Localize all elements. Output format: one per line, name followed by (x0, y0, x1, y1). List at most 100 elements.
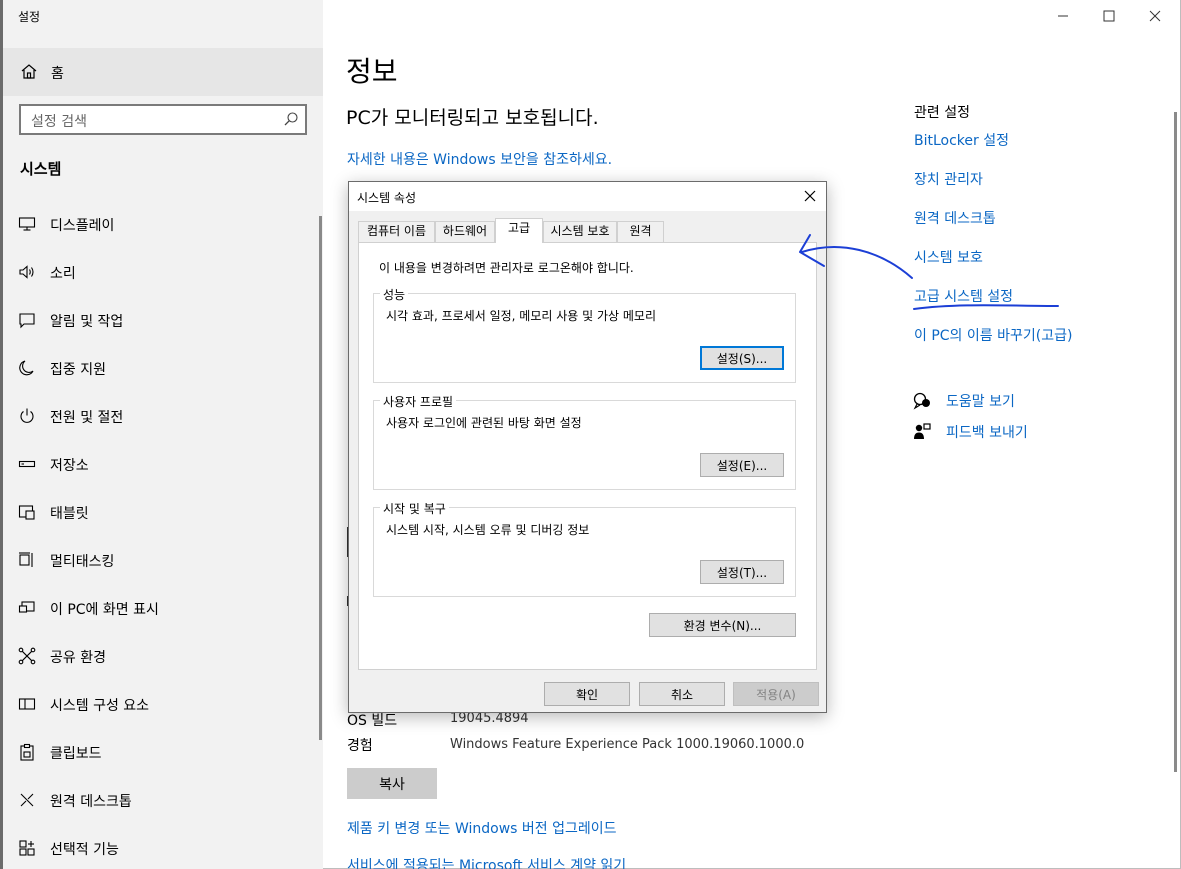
advanced-tab-panel: 이 내용을 변경하려면 관리자로 로그온해야 합니다. 성능 시각 효과, 프로… (358, 242, 817, 670)
search-placeholder: 설정 검색 (31, 114, 87, 130)
service-agreement-link[interactable]: 서비스에 적용되는 Microsoft 서비스 계약 읽기 (347, 855, 626, 869)
dialog-title: 시스템 속성 (357, 191, 417, 205)
remote-desktop-icon (20, 793, 34, 807)
minimize-icon[interactable] (1051, 4, 1075, 28)
spec-value-os-build: 19045.4894 (450, 711, 529, 726)
search-icon[interactable] (283, 111, 299, 127)
settings-window: 설정 홈 설정 검색 시스템 디스플레이 소리 알림 및 작업 집중 지원 전원… (0, 0, 1181, 869)
home-icon (21, 64, 37, 79)
group-title: 성능 (380, 286, 409, 303)
moon-icon (19, 360, 34, 376)
sidebar-item-label: 알림 및 작업 (50, 314, 124, 330)
sidebar-item-label: 이 PC에 화면 표시 (50, 602, 159, 618)
related-settings-title: 관련 설정 (914, 105, 970, 121)
get-help-link[interactable]: 도움말 보기 (946, 391, 1015, 411)
user-profiles-group: 사용자 프로필 사용자 로그인에 관련된 바탕 화면 설정 설정(E)... (373, 393, 796, 490)
sidebar-item-power[interactable]: 전원 및 절전 (3, 396, 323, 436)
sidebar-item-label: 클립보드 (50, 746, 102, 762)
sidebar-item-project[interactable]: 이 PC에 화면 표시 (3, 588, 323, 628)
sidebar-item-label: 저장소 (50, 458, 89, 474)
performance-group: 성능 시각 효과, 프로세서 일정, 메모리 사용 및 가상 메모리 설정(S)… (373, 286, 796, 383)
sidebar-item-shared-experiences[interactable]: 공유 환경 (3, 636, 323, 676)
sidebar-item-label: 소리 (50, 266, 76, 282)
sidebar-item-storage[interactable]: 저장소 (3, 444, 323, 484)
sidebar-item-optional-features[interactable]: 선택적 기능 (3, 828, 323, 868)
home-label: 홈 (51, 66, 64, 82)
sidebar-item-remote-desktop[interactable]: 원격 데스크톱 (3, 780, 323, 820)
clipboard-icon (20, 743, 34, 761)
window-title: 설정 (18, 10, 41, 24)
tab-system-protection[interactable]: 시스템 보호 (543, 221, 617, 242)
power-icon (20, 408, 34, 423)
display-icon (18, 217, 36, 231)
sidebar-item-label: 공유 환경 (50, 650, 106, 666)
bitlocker-settings-link[interactable]: BitLocker 설정 (914, 130, 1009, 150)
home-nav-item[interactable]: 홈 (3, 48, 323, 96)
startup-recovery-group: 시작 및 복구 시스템 시작, 시스템 오류 및 디버깅 정보 설정(T)... (373, 500, 796, 597)
main-scrollbar[interactable] (1174, 112, 1177, 772)
notification-icon (19, 313, 35, 329)
rename-pc-advanced-link[interactable]: 이 PC의 이름 바꾸기(고급) (914, 325, 1072, 345)
sidebar-item-clipboard[interactable]: 클립보드 (3, 732, 323, 772)
spec-key-experience: 경험 (347, 738, 373, 754)
environment-variables-button[interactable]: 환경 변수(N)... (649, 613, 796, 637)
sidebar-item-sound[interactable]: 소리 (3, 252, 323, 292)
tab-hardware[interactable]: 하드웨어 (435, 221, 495, 242)
upgrade-windows-link[interactable]: 제품 키 변경 또는 Windows 버전 업그레이드 (347, 818, 617, 838)
sidebar-item-label: 원격 데스크톱 (50, 794, 132, 810)
sidebar-item-notifications[interactable]: 알림 및 작업 (3, 300, 323, 340)
apply-button: 적용(A) (733, 682, 819, 706)
user-profiles-settings-button[interactable]: 설정(E)... (700, 453, 784, 477)
storage-icon (18, 460, 36, 468)
sidebar-item-focus-assist[interactable]: 집중 지원 (3, 348, 323, 388)
components-icon (18, 698, 36, 710)
optional-features-icon (19, 840, 35, 856)
sidebar-item-display[interactable]: 디스플레이 (3, 204, 323, 244)
tab-computer-name[interactable]: 컴퓨터 이름 (358, 221, 435, 242)
sidebar-scrollbar[interactable] (319, 216, 322, 740)
windows-security-link[interactable]: 자세한 내용은 Windows 보안을 참조하세요. (347, 149, 612, 169)
sidebar-item-label: 전원 및 절전 (50, 410, 124, 426)
sidebar-item-label: 집중 지원 (50, 362, 106, 378)
performance-settings-button[interactable]: 설정(S)... (700, 346, 784, 370)
sidebar-item-multitasking[interactable]: 멀티태스킹 (3, 540, 323, 580)
dialog-close-icon[interactable] (800, 186, 820, 206)
search-input[interactable]: 설정 검색 (19, 104, 307, 135)
tab-remote[interactable]: 원격 (617, 221, 664, 242)
tab-advanced[interactable]: 고급 (495, 218, 543, 243)
sidebar-item-label: 디스플레이 (50, 218, 115, 234)
sidebar-item-label: 멀티태스킹 (50, 554, 115, 570)
speaker-icon (19, 265, 34, 279)
close-icon[interactable] (1143, 4, 1167, 28)
ok-button[interactable]: 확인 (544, 682, 630, 706)
group-title: 사용자 프로필 (380, 393, 457, 410)
spec-key-os-build: OS 빌드 (347, 713, 398, 729)
cancel-button[interactable]: 취소 (639, 682, 725, 706)
advanced-system-settings-link[interactable]: 고급 시스템 설정 (914, 286, 1013, 306)
help-chat-icon (913, 392, 930, 410)
sidebar-item-label: 선택적 기능 (50, 842, 119, 858)
group-description: 시각 효과, 프로세서 일정, 메모리 사용 및 가상 메모리 (386, 309, 656, 323)
feedback-icon (914, 423, 931, 439)
tablet-icon (18, 505, 35, 520)
sidebar-item-system-components[interactable]: 시스템 구성 요소 (3, 684, 323, 724)
sidebar-item-label: 태블릿 (50, 506, 89, 522)
startup-recovery-settings-button[interactable]: 설정(T)... (700, 560, 784, 584)
group-description: 사용자 로그인에 관련된 바탕 화면 설정 (386, 416, 582, 430)
device-manager-link[interactable]: 장치 관리자 (914, 169, 983, 189)
share-icon (18, 647, 36, 665)
send-feedback-link[interactable]: 피드백 보내기 (946, 422, 1028, 442)
group-description: 시스템 시작, 시스템 오류 및 디버깅 정보 (386, 523, 590, 537)
sidebar-item-tablet[interactable]: 태블릿 (3, 492, 323, 532)
page-title: 정보 (346, 55, 398, 88)
maximize-icon[interactable] (1097, 4, 1121, 28)
project-icon (18, 601, 35, 613)
protection-status: PC가 모니터링되고 보호됩니다. (346, 107, 599, 129)
dialog-titlebar[interactable]: 시스템 속성 (349, 182, 826, 211)
multitasking-icon (19, 552, 33, 567)
system-protection-link[interactable]: 시스템 보호 (914, 247, 983, 267)
copy-button[interactable]: 복사 (347, 768, 437, 799)
system-properties-dialog: 시스템 속성 컴퓨터 이름 하드웨어 고급 시스템 보호 원격 이 내용을 변경… (348, 181, 827, 713)
remote-desktop-link[interactable]: 원격 데스크톱 (914, 208, 996, 228)
admin-note: 이 내용을 변경하려면 관리자로 로그온해야 합니다. (379, 261, 634, 275)
